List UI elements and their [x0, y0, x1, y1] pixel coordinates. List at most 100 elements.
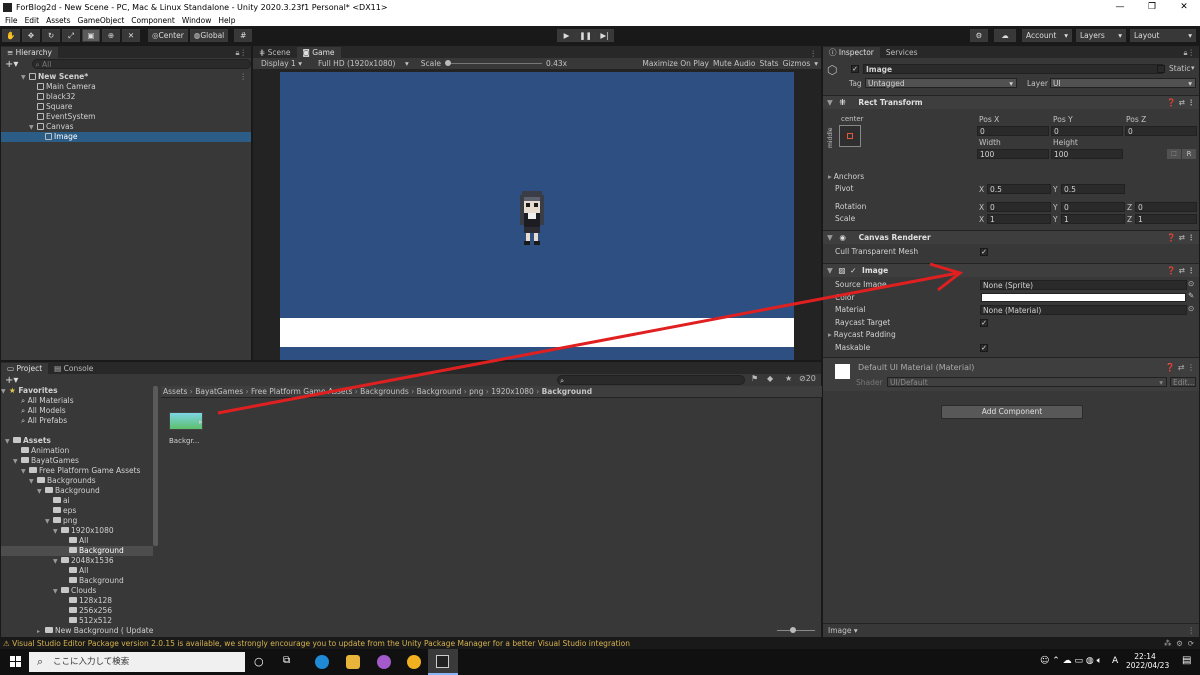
breadcrumb-item[interactable]: 1920x1080	[491, 387, 534, 396]
foldout-arrow-icon[interactable]: ▼	[37, 487, 45, 497]
menu-assets[interactable]: Assets	[46, 16, 70, 25]
favorite-item[interactable]: ⌕ All Materials	[1, 396, 153, 406]
move-tool-icon[interactable]: ✥	[22, 29, 40, 42]
space-global-toggle[interactable]: ◍ Global	[189, 29, 229, 42]
task-view-icon[interactable]: ⧉	[283, 655, 290, 666]
chevron-down-icon[interactable]: ▾	[1191, 64, 1195, 72]
tab-inspector[interactable]: ⓘ Inspector	[823, 47, 880, 58]
hierarchy-search-input[interactable]: ⌕ All	[32, 59, 251, 69]
custom-tool-icon[interactable]: ✕	[122, 29, 140, 42]
component-menu-icons[interactable]: ❓ ⇄ ⋮	[1167, 231, 1195, 245]
account-dropdown[interactable]: Account ▾	[1022, 29, 1072, 42]
maximize-button[interactable]: ❐	[1136, 0, 1168, 15]
slider-handle[interactable]	[444, 59, 451, 66]
asset-thumbnail[interactable]	[169, 412, 203, 430]
favorite-item[interactable]: ⌕ All Models	[1, 406, 153, 416]
color-swatch[interactable]	[981, 293, 1186, 302]
lock-icon[interactable]: 🔒︎⋮	[236, 48, 252, 58]
project-folder-item[interactable]: All	[1, 566, 153, 576]
hand-tool-icon[interactable]: ✋	[2, 29, 20, 42]
menu-gameobject[interactable]: GameObject	[78, 16, 125, 25]
project-search-input[interactable]: ⌕	[557, 375, 745, 385]
stats-toggle[interactable]: Stats	[759, 59, 778, 68]
rect-transform-header[interactable]: ▼ ⁜ Rect Transform ❓ ⇄ ⋮	[823, 95, 1199, 109]
scale-y-field[interactable]: 1	[1061, 214, 1125, 224]
project-folder-item[interactable]: 256x256	[1, 606, 153, 616]
filter-type-icon[interactable]: ⚑	[751, 374, 758, 383]
foldout-arrow-icon[interactable]: ▼	[29, 123, 37, 133]
clock[interactable]: 22:14 2022/04/23	[1126, 652, 1169, 670]
component-menu-icons[interactable]: ❓ ⇄ ⋮	[1167, 264, 1195, 278]
layout-dropdown[interactable]: Layout ▾	[1130, 29, 1196, 42]
tab-hierarchy[interactable]: ≡ Hierarchy	[1, 47, 58, 58]
canvas-renderer-header[interactable]: ▼ ◉ Canvas Renderer ❓ ⇄ ⋮	[823, 230, 1199, 244]
hidden-packages-toggle[interactable]: ⊘20	[799, 374, 816, 383]
image-component-header[interactable]: ▼ ▨ ✓ Image ❓ ⇄ ⋮	[823, 263, 1199, 277]
chrome-browser-icon[interactable]	[407, 655, 421, 669]
project-folder-item[interactable]: Animation	[1, 446, 153, 456]
resolution-dropdown[interactable]: Full HD (1920x1080) ▾	[314, 59, 409, 68]
pivot-y-field[interactable]: 0.5	[1061, 184, 1125, 194]
status-icons[interactable]: ⁂ ⚙ ⟳	[1164, 638, 1194, 649]
project-folder-item[interactable]: ▸ New Background ( Update	[1, 626, 153, 636]
gizmos-toggle[interactable]: Gizmos	[783, 59, 811, 68]
tab-console[interactable]: ▤ Console	[48, 363, 99, 374]
breadcrumb-item[interactable]: png	[469, 387, 483, 396]
transform-tool-icon[interactable]: ⊕	[102, 29, 120, 42]
hierarchy-item[interactable]: Square	[1, 102, 251, 112]
breadcrumb-item[interactable]: Background	[417, 387, 462, 396]
project-folder-item[interactable]: All	[1, 536, 153, 546]
foldout-arrow-icon[interactable]: ▼	[5, 437, 13, 447]
raycast-target-checkbox[interactable]: ✓	[980, 319, 988, 327]
project-folder-item[interactable]: 128x128	[1, 596, 153, 606]
rotate-tool-icon[interactable]: ↻	[42, 29, 60, 42]
source-image-field[interactable]: None (Sprite)	[980, 280, 1187, 290]
mute-audio-toggle[interactable]: Mute Audio	[713, 59, 755, 68]
scale-slider[interactable]	[444, 59, 542, 69]
active-checkbox[interactable]: ✓	[851, 65, 859, 73]
project-folder-item[interactable]: 512x512	[1, 616, 153, 626]
foldout-arrow-icon[interactable]: ▼	[45, 517, 53, 527]
play-button[interactable]: ▶	[557, 29, 576, 42]
hierarchy-item[interactable]: black32	[1, 92, 251, 102]
foldout-arrow-icon[interactable]: ▼	[53, 587, 61, 597]
tab-services[interactable]: Services	[880, 47, 924, 58]
favorite-star-icon[interactable]: ★	[785, 374, 792, 383]
zoom-slider[interactable]	[777, 630, 815, 631]
cull-mesh-checkbox[interactable]: ✓	[980, 248, 988, 256]
snap-grid-icon[interactable]: #	[234, 29, 253, 42]
rect-tool-icon[interactable]: ▣	[82, 29, 100, 42]
blueprint-mode-button[interactable]: ⬚	[1167, 149, 1181, 159]
foldout-arrow-icon[interactable]: ▼	[13, 457, 21, 467]
tab-project[interactable]: ▭ Project	[1, 363, 49, 374]
zoom-slider-handle[interactable]	[790, 627, 796, 633]
step-button[interactable]: ▶|	[595, 29, 614, 42]
menu-edit[interactable]: Edit	[25, 16, 40, 25]
minimize-button[interactable]: —	[1104, 0, 1136, 15]
project-folder-item[interactable]: Background	[1, 546, 153, 556]
scale-tool-icon[interactable]: ⤢	[62, 29, 80, 42]
hierarchy-item[interactable]: Image	[1, 132, 251, 142]
breadcrumb-item[interactable]: Background	[542, 387, 592, 396]
close-button[interactable]: ✕	[1168, 0, 1200, 15]
anchors-row[interactable]: ▸ Anchors	[823, 171, 1199, 183]
project-folder-item[interactable]: eps	[1, 506, 153, 516]
foldout-arrow-icon[interactable]: ▼	[21, 467, 29, 477]
breadcrumb-item[interactable]: BayatGames	[195, 387, 243, 396]
raycast-padding-row[interactable]: ▸ Raycast Padding	[823, 329, 1199, 341]
project-folder-item[interactable]: Background	[1, 576, 153, 586]
breadcrumb-item[interactable]: Backgrounds	[360, 387, 409, 396]
taskbar-search-input[interactable]: ⌕ ここに入力して検索	[29, 652, 245, 672]
shader-dropdown[interactable]: UI/Default ▾	[887, 377, 1167, 387]
scale-x-field[interactable]: 1	[987, 214, 1051, 224]
foldout-arrow-icon[interactable]: ▼	[29, 477, 37, 487]
scale-z-field[interactable]: 1	[1135, 214, 1197, 224]
filter-label-icon[interactable]: ◆	[767, 374, 773, 383]
scene-menu-icon[interactable]: ⋮	[240, 72, 248, 82]
lock-icon[interactable]: 🔒︎⋮	[1184, 48, 1200, 58]
pause-button[interactable]: ❚❚	[576, 29, 595, 42]
menu-help[interactable]: Help	[218, 16, 235, 25]
project-folder-item[interactable]: ▼ png	[1, 516, 153, 526]
inspector-preview-bar[interactable]: Image ▾ ⋮	[823, 623, 1199, 637]
pos-x-field[interactable]: 0	[977, 126, 1049, 136]
